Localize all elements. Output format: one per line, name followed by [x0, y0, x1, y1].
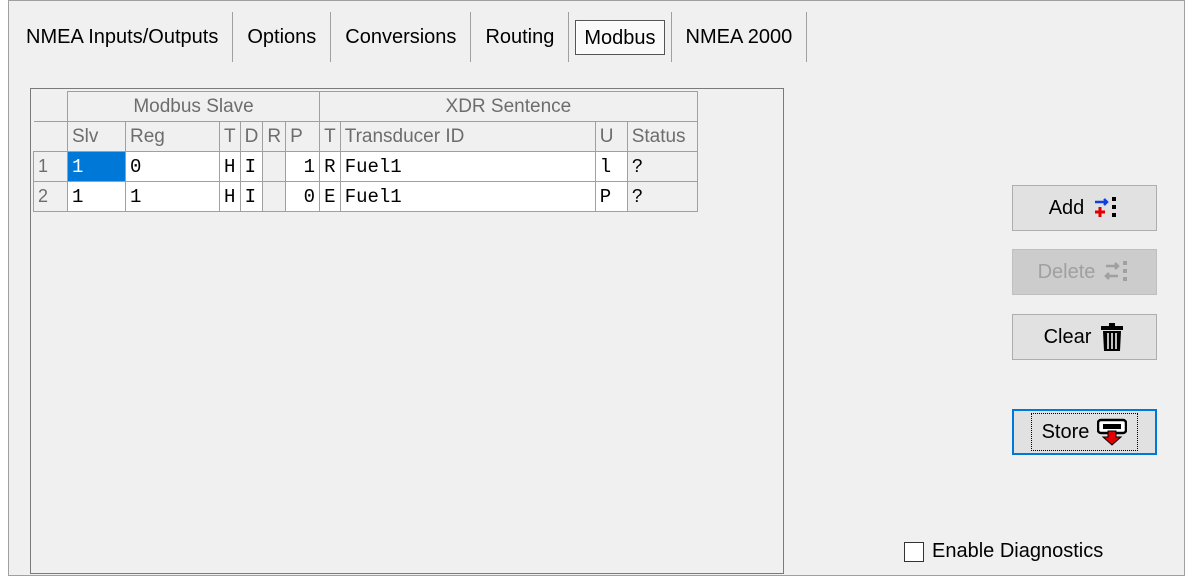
column-header-t[interactable]: T: [219, 121, 241, 152]
tab-label: Conversions: [345, 25, 457, 48]
tab-label: Modbus: [575, 19, 665, 55]
cell-t[interactable]: H: [219, 181, 241, 212]
cell-u[interactable]: P: [594, 181, 628, 212]
delete-row-icon: [1104, 261, 1128, 281]
delete-button-label: Delete: [1037, 260, 1096, 283]
enable-diagnostics-checkbox[interactable]: [904, 541, 924, 562]
column-header-status[interactable]: Status: [626, 121, 698, 152]
row-number[interactable]: 1: [33, 151, 68, 182]
table-row[interactable]: 2 1 1 H I 0 E Fuel1 P ?: [33, 181, 698, 212]
cell-slv[interactable]: 1: [67, 181, 126, 212]
column-header-reg[interactable]: Reg: [125, 121, 220, 152]
column-header-slv[interactable]: Slv: [67, 121, 126, 152]
column-header-d[interactable]: D: [239, 121, 264, 152]
cell-status: ?: [626, 151, 698, 182]
group-header-modbus-slave: Modbus Slave: [66, 91, 321, 122]
enable-diagnostics-label[interactable]: Enable Diagnostics: [932, 540, 1103, 563]
cell-p[interactable]: 1: [285, 151, 321, 182]
cell-reg[interactable]: 1: [125, 181, 220, 212]
tab-routing[interactable]: Routing: [471, 12, 570, 62]
cell-reg[interactable]: 0: [125, 151, 220, 182]
column-header-xdr-t[interactable]: T: [319, 121, 341, 152]
column-header-r[interactable]: R: [262, 121, 287, 152]
tab-bar: NMEA Inputs/Outputs Options Conversions …: [12, 12, 808, 62]
tab-label: Options: [247, 25, 317, 48]
cell-r[interactable]: [262, 151, 287, 182]
cell-xdr-t[interactable]: E: [319, 181, 341, 212]
cell-d[interactable]: I: [239, 151, 264, 182]
tab-modbus[interactable]: Modbus: [569, 12, 672, 62]
store-button-focus-rect: Store: [1030, 413, 1139, 451]
modbus-grid[interactable]: Modbus Slave XDR Sentence Slv Reg T D R …: [30, 88, 784, 574]
cell-u[interactable]: l: [594, 151, 628, 182]
column-header-u[interactable]: U: [594, 121, 628, 152]
row-number[interactable]: 2: [33, 181, 68, 212]
tab-conversions[interactable]: Conversions: [331, 12, 472, 62]
tab-nmea-inputs-outputs[interactable]: NMEA Inputs/Outputs: [12, 12, 234, 62]
tab-label: NMEA Inputs/Outputs: [26, 25, 219, 48]
add-button-label: Add: [1048, 196, 1085, 219]
cell-status: ?: [626, 181, 698, 212]
cell-p[interactable]: 0: [285, 181, 321, 212]
column-header-row: Slv Reg T D R P T Transducer ID U Status: [33, 121, 698, 152]
cell-t[interactable]: H: [219, 151, 241, 182]
cell-slv[interactable]: 1: [67, 151, 126, 182]
group-header-xdr-sentence: XDR Sentence: [319, 91, 698, 122]
cell-r[interactable]: [262, 181, 287, 212]
store-button[interactable]: Store: [1012, 409, 1157, 455]
cell-d[interactable]: I: [239, 181, 264, 212]
trash-icon: [1101, 323, 1124, 351]
clear-button-label: Clear: [1043, 325, 1092, 348]
column-header-p[interactable]: P: [285, 121, 321, 152]
store-device-icon: [1097, 418, 1128, 446]
column-header-transducer-id[interactable]: Transducer ID: [339, 121, 596, 152]
enable-diagnostics[interactable]: Enable Diagnostics: [904, 540, 1103, 563]
add-row-icon: [1095, 197, 1117, 217]
grid-corner: [33, 91, 68, 122]
store-button-label: Store: [1041, 420, 1090, 443]
clear-button[interactable]: Clear: [1012, 314, 1157, 360]
group-header-row: Modbus Slave XDR Sentence: [33, 91, 698, 122]
cell-transducer-id[interactable]: Fuel1: [339, 181, 596, 212]
table-row[interactable]: 1 1 0 H I 1 R Fuel1 l ?: [33, 151, 698, 182]
tab-nmea-2000[interactable]: NMEA 2000: [672, 12, 808, 62]
tab-options[interactable]: Options: [233, 12, 332, 62]
tab-label: Routing: [485, 25, 555, 48]
grid-corner: [33, 121, 68, 152]
delete-button[interactable]: Delete: [1012, 249, 1157, 295]
add-button[interactable]: Add: [1012, 185, 1157, 231]
cell-transducer-id[interactable]: Fuel1: [339, 151, 596, 182]
tab-label: NMEA 2000: [685, 25, 793, 48]
cell-xdr-t[interactable]: R: [319, 151, 341, 182]
